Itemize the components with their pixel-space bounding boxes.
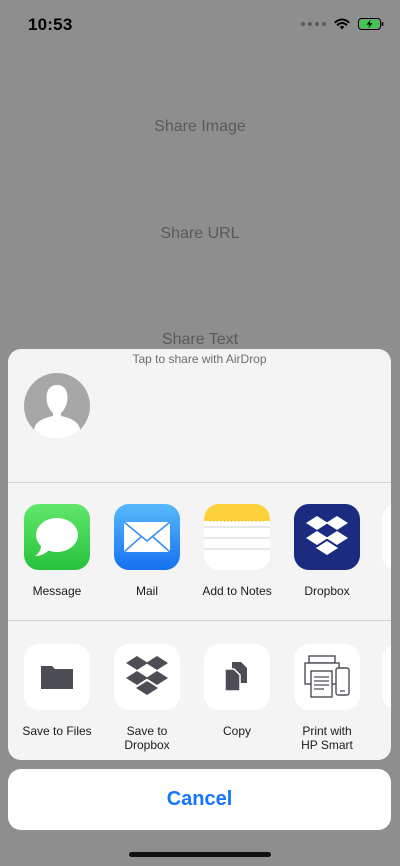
notes-icon: [204, 504, 270, 570]
airdrop-hint: Tap to share with AirDrop: [132, 352, 267, 366]
action-label: Save to Dropbox: [124, 724, 170, 752]
app-row: Message Mail Add to Notes Dropbox: [8, 504, 391, 624]
action-label: Print with HP Smart: [301, 724, 353, 752]
status-bar: 10:53: [0, 0, 400, 48]
share-app-label: Dropbox: [304, 584, 350, 598]
share-app-label: Add to Notes: [202, 584, 272, 598]
divider: [8, 482, 391, 483]
share-sheet: Tap to share with AirDrop Message Mail A…: [8, 349, 391, 760]
status-icons: [301, 17, 384, 31]
share-text-button[interactable]: Share Text: [0, 331, 400, 349]
home-indicator[interactable]: [129, 852, 271, 857]
dropbox-icon: [114, 644, 180, 710]
cancel-button[interactable]: Cancel: [8, 769, 391, 830]
status-time: 10:53: [28, 15, 73, 34]
divider: [8, 620, 391, 621]
share-app-label: Mail: [135, 584, 158, 598]
dropbox-icon: [294, 504, 360, 570]
copy-icon: [204, 644, 270, 710]
share-url-button[interactable]: Share URL: [0, 225, 400, 243]
folder-icon: [24, 644, 90, 710]
mail-icon: [114, 504, 180, 570]
signal-dots-icon: [301, 22, 326, 26]
printer-icon: [294, 644, 360, 710]
share-app-label: Message: [32, 584, 82, 598]
action-row: Save to Files Save to Dropbox Copy Print…: [8, 644, 391, 760]
action-label: Copy: [222, 724, 251, 738]
share-image-button[interactable]: Share Image: [0, 118, 400, 136]
action-more-partial[interactable]: [382, 644, 391, 710]
messages-icon: [24, 504, 90, 570]
airdrop-contact-avatar[interactable]: [24, 373, 90, 439]
battery-charging-icon: [358, 18, 384, 30]
person-silhouette-icon: [34, 385, 80, 439]
share-app-more-partial[interactable]: [382, 504, 391, 570]
action-label: Save to Files: [22, 724, 92, 738]
wifi-icon: [334, 18, 350, 30]
